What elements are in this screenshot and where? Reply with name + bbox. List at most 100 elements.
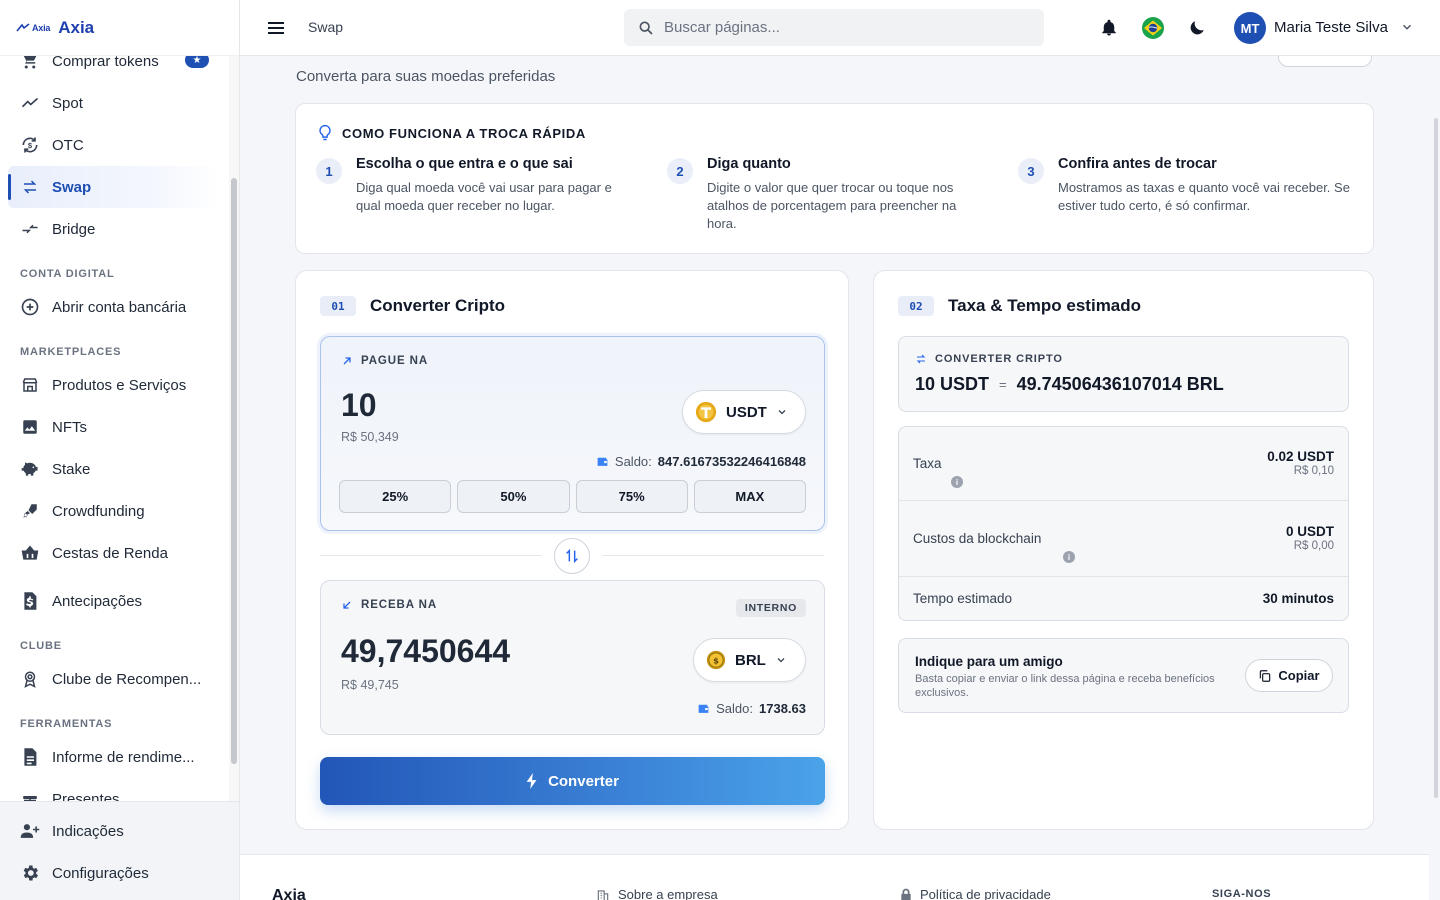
sidebar-item-otc[interactable]: $ OTC [0, 124, 229, 166]
plus-circle-icon [20, 297, 40, 317]
svg-text:$: $ [28, 141, 33, 150]
fee-amount: 0.02 USDT [1267, 449, 1334, 464]
fee-value: 30 minutos [1262, 591, 1334, 606]
card-number: 02 [898, 296, 934, 316]
report-icon [20, 747, 40, 767]
divider [602, 555, 824, 556]
sidebar-item-comprar-tokens[interactable]: Comprar tokens ★ [0, 56, 229, 82]
main-content: Converta para suas moedas preferidas COM… [240, 56, 1429, 900]
header-action-button[interactable] [1278, 56, 1372, 67]
logo[interactable]: Axia Axia [0, 0, 239, 56]
step-number: 1 [316, 158, 342, 184]
sidebar-item-label: Informe de rendime... [52, 748, 195, 766]
chevron-down-icon[interactable] [1400, 20, 1414, 34]
gift-icon [20, 789, 40, 801]
fee-amount: 0 USDT [1285, 524, 1334, 539]
pct-50-button[interactable]: 50% [457, 480, 570, 513]
pay-balance-value: 847.61673532246416848 [657, 454, 806, 469]
users-plus-icon [20, 821, 40, 841]
sidebar-item-label: Antecipações [52, 592, 143, 610]
sidebar-item-clube[interactable]: Clube de Recompen... [0, 658, 229, 700]
chevron-down-icon [775, 654, 787, 666]
search-input[interactable]: Buscar páginas... [624, 9, 1044, 46]
sidebar-item-swap[interactable]: Swap [8, 166, 221, 208]
sidebar-item-label: Produtos e Serviços [52, 376, 187, 394]
sidebar-item-indicacoes[interactable]: Indicações [0, 810, 239, 852]
gear-icon [20, 863, 40, 883]
step-3: 3 Confira antes de trocar Mostramos as ta… [1018, 156, 1358, 215]
divider [320, 555, 542, 556]
user-name[interactable]: Maria Teste Silva [1274, 19, 1388, 36]
sidebar-item-stake[interactable]: Stake [0, 448, 229, 490]
logo-mark: Axia [16, 23, 50, 33]
pct-max-button[interactable]: MAX [693, 480, 806, 513]
sidebar-item-abrir-conta[interactable]: Abrir conta bancária [0, 286, 229, 328]
pay-token-select[interactable]: USDT [682, 390, 806, 434]
receive-balance: Saldo: 1738.63 [697, 701, 806, 716]
page-footer: Axia Sobre a empresa Política de privaci… [240, 854, 1429, 900]
sidebar-scrollbar-thumb[interactable] [231, 178, 237, 764]
fee-breakdown: Taxa i 0.02 USDT R$ 0,10 Custos da blockc… [898, 426, 1349, 621]
pay-box: PAGUE NA 10 R$ 50,349 USDT Saldo: 847.61… [320, 336, 825, 531]
sidebar-item-antecipacoes[interactable]: Antecipações [0, 580, 229, 622]
step-number: 3 [1018, 158, 1044, 184]
pay-token-symbol: USDT [726, 403, 767, 421]
step-title: Escolha o que entra e o que sai [356, 156, 573, 172]
language-flag-icon[interactable] [1141, 16, 1165, 40]
card-number: 01 [320, 296, 356, 316]
avatar[interactable]: MT [1234, 12, 1266, 44]
receive-balance-value: 1738.63 [759, 701, 806, 716]
sidebar-item-label: Spot [52, 94, 83, 112]
footer-brand: Axia [272, 887, 306, 900]
footer-about-link[interactable]: Sobre a empresa [596, 887, 718, 900]
sidebar-item-nfts[interactable]: NFTs [0, 406, 229, 448]
sidebar-item-configuracoes[interactable]: Configurações [0, 852, 239, 894]
bell-icon[interactable] [1097, 16, 1121, 40]
sidebar-item-cestas[interactable]: Cestas de Renda [0, 532, 229, 574]
swap-direction-button[interactable] [554, 538, 590, 574]
sidebar-item-presentes[interactable]: Presentes [0, 778, 229, 801]
convert-button[interactable]: Converter [320, 757, 825, 805]
brl-icon: $ [706, 650, 726, 670]
step-description: Digite o valor que quer trocar ou toque … [707, 180, 957, 231]
convert-button-label: Converter [548, 772, 619, 790]
pay-label: PAGUE NA [341, 355, 428, 367]
breadcrumb: Swap [308, 19, 344, 35]
sidebar-item-label: Clube de Recompen... [52, 670, 202, 688]
fee-value: 0.02 USDT R$ 0,10 [1267, 449, 1334, 477]
fee-row-tempo: Tempo estimado 30 minutos [899, 577, 1348, 620]
dark-mode-icon[interactable] [1185, 16, 1209, 40]
receive-token-select[interactable]: $ BRL [693, 638, 806, 682]
menu-icon[interactable] [266, 18, 286, 38]
footer-about-text: Sobre a empresa [618, 887, 718, 900]
sidebar-item-informe[interactable]: Informe de rendime... [0, 736, 229, 778]
how-it-works-title: COMO FUNCIONA A TROCA RÁPIDA [318, 124, 586, 142]
arrow-down-left-icon [341, 599, 353, 611]
sidebar-item-spot[interactable]: Spot [0, 82, 229, 124]
info-icon[interactable]: i [1063, 551, 1075, 563]
sidebar-bottom: Indicações Configurações [0, 801, 239, 900]
pct-25-button[interactable]: 25% [339, 480, 452, 513]
step-description: Mostramos as taxas e quanto você vai rec… [1058, 180, 1350, 213]
sidebar-item-label: Cestas de Renda [52, 544, 168, 562]
rate-equals: = [999, 377, 1007, 392]
arrow-up-right-icon [341, 355, 353, 367]
sidebar-scroll[interactable]: Comprar tokens ★ Spot $ OTC Swap Bridge … [0, 56, 229, 801]
wallet-icon [596, 455, 609, 468]
footer-follow-title: SIGA-NOS [1212, 888, 1272, 900]
building-icon [596, 888, 610, 900]
sidebar-item-bridge[interactable]: Bridge [0, 208, 229, 250]
sidebar-item-produtos[interactable]: Produtos e Serviços [0, 364, 229, 406]
pay-amount-input[interactable]: 10 [341, 387, 377, 424]
info-icon[interactable]: i [951, 476, 963, 488]
pct-75-button[interactable]: 75% [575, 480, 688, 513]
top-header: Swap Buscar páginas... MT Maria Teste Si… [240, 0, 1440, 56]
receive-fiat-value: R$ 49,745 [341, 678, 399, 692]
image-icon [20, 417, 40, 437]
fee-row-taxa: Taxa i 0.02 USDT R$ 0,10 [899, 427, 1348, 501]
sidebar-item-crowdfunding[interactable]: Crowdfunding [0, 490, 229, 532]
footer-privacy-link[interactable]: Política de privacidade [900, 887, 1051, 900]
page-scrollbar-thumb[interactable] [1434, 118, 1438, 798]
copy-link-button[interactable]: Copiar [1245, 659, 1333, 692]
rate-label: CONVERTER CRIPTO [915, 353, 1063, 365]
